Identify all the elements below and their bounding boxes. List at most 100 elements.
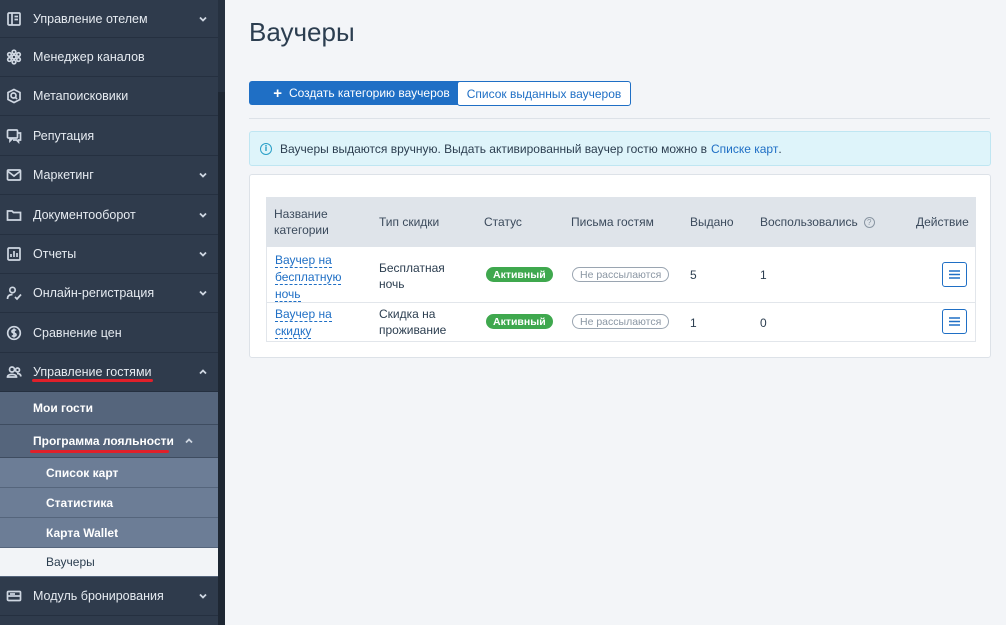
submenu-label: Список карт (46, 465, 119, 480)
header-used: Воспользовались? (760, 214, 875, 230)
menu-label: Документооборот (33, 208, 136, 222)
page-title: Ваучеры (249, 17, 355, 47)
issued-vouchers-list-button[interactable]: Список выданных ваучеров (457, 81, 631, 106)
menu-label: Маркетинг (33, 168, 94, 182)
submenu-label: Программа лояльности (33, 434, 174, 448)
sidebar: Управление отелем Менеджер каналов Метап… (0, 0, 220, 625)
menu-documents[interactable]: Документооборот (0, 196, 220, 235)
info-alert: i Ваучеры выдаются вручную. Выдать актив… (249, 131, 991, 166)
meta-search-icon (6, 88, 22, 104)
menu-label: Отчеты (33, 247, 77, 261)
header-name: Название категории (274, 206, 329, 238)
voucher-name-link[interactable]: Ваучер на скидку (275, 306, 332, 340)
highlight-underline (30, 450, 169, 453)
header-issued: Выдано (690, 215, 734, 229)
voucher-name-link[interactable]: Ваучер на бесплатную ночь (275, 252, 342, 303)
menu-channel-manager[interactable]: Менеджер каналов (0, 38, 220, 77)
chevron-down-icon (198, 170, 208, 180)
header-status: Статус (484, 215, 522, 229)
type-line: Бесплатная (379, 261, 445, 275)
menu-label: Управление отелем (33, 11, 148, 26)
name-line[interactable]: скидку (275, 324, 312, 339)
header-used-label: Воспользовались (760, 215, 858, 229)
submenu-label: Статистика (46, 495, 114, 510)
name-line[interactable]: ночь (275, 287, 301, 302)
name-line[interactable]: бесплатную (275, 270, 342, 285)
chevron-up-icon (198, 367, 208, 377)
table-row: Ваучер на бесплатную ночь Бесплатная ноч… (266, 247, 976, 303)
table-row: Ваучер на скидку Скидка на проживание Ак… (266, 303, 976, 342)
menu-online-registration[interactable]: Онлайн-регистрация (0, 274, 220, 313)
chevron-down-icon (198, 249, 208, 259)
header-action: Действие (916, 215, 969, 229)
menu-price-compare[interactable]: Сравнение цен (0, 314, 220, 353)
submenu-wallet-card[interactable]: Карта Wallet (0, 518, 218, 548)
issued-count: 5 (690, 268, 697, 282)
help-icon[interactable]: ? (863, 217, 875, 229)
submenu-card-list[interactable]: Список карт (0, 458, 218, 488)
guests-icon (6, 364, 22, 380)
letters-badge: Не рассылаются (572, 314, 670, 329)
menu-label: Сравнение цен (33, 326, 122, 340)
highlight-underline (32, 379, 153, 382)
chevron-down-icon (198, 14, 208, 24)
menu-booking-module[interactable]: Модуль бронирования (0, 577, 220, 616)
info-text: Ваучеры выдаются вручную. Выдать активир… (280, 141, 707, 156)
submenu-vouchers[interactable]: Ваучеры (0, 548, 218, 577)
name-line[interactable]: Ваучер на (275, 253, 332, 268)
status-badge: Активный (486, 314, 553, 329)
info-end: . (778, 141, 782, 156)
discount-type: Скидка на проживание (379, 306, 446, 338)
header-guest-letters: Письма гостям (571, 215, 654, 229)
chevron-down-icon (198, 591, 208, 601)
menu-label: Метапоисковики (33, 89, 129, 103)
vouchers-table-card: Название категории Тип скидки Статус Пис… (249, 174, 991, 358)
button-label: Создать категорию ваучеров (288, 86, 450, 100)
create-voucher-category-button[interactable]: + Создать категорию ваучеров (249, 81, 474, 105)
name-line[interactable]: Ваучер на (275, 307, 332, 322)
menu-reputation[interactable]: Репутация (0, 117, 220, 156)
header-name-line1: Название (274, 207, 328, 221)
submenu-label: Карта Wallet (46, 525, 119, 540)
menu-marketing[interactable]: Маркетинг (0, 156, 220, 195)
channels-icon (6, 49, 22, 65)
type-line: Скидка на (379, 307, 436, 321)
main-content: Ваучеры + Создать категорию ваучеров Спи… (225, 0, 1006, 625)
menu-label: Менеджер каналов (33, 50, 145, 64)
submenu-label: Ваучеры (46, 555, 95, 569)
chevron-down-icon (198, 288, 208, 298)
header-name-line2: категории (274, 223, 329, 237)
reputation-icon (6, 128, 22, 144)
used-count: 0 (760, 316, 767, 330)
menu-label: Онлайн-регистрация (33, 286, 155, 300)
issued-count: 1 (690, 316, 697, 330)
submenu-label: Мои гости (33, 401, 93, 415)
plus-icon: + (273, 84, 282, 102)
menu-icon (949, 317, 960, 326)
sidebar-scrollbar-thumb[interactable] (218, 92, 225, 625)
menu-reports[interactable]: Отчеты (0, 235, 220, 274)
submenu-my-guests[interactable]: Мои гости (0, 392, 218, 425)
chevron-down-icon (198, 210, 208, 220)
header-discount-type: Тип скидки (379, 215, 440, 229)
folder-icon (6, 207, 22, 223)
booking-icon (6, 588, 22, 604)
row-actions-button[interactable] (942, 309, 967, 334)
table-header: Название категории Тип скидки Статус Пис… (266, 197, 976, 247)
menu-guest-management[interactable]: Управление гостями (0, 353, 220, 392)
type-line: ночь (379, 277, 405, 291)
user-check-icon (6, 285, 22, 301)
menu-meta-search[interactable]: Метапоисковики (0, 77, 220, 116)
mail-icon (6, 167, 22, 183)
status-badge: Активный (486, 267, 553, 282)
button-label: Список выданных ваучеров (466, 86, 622, 101)
row-actions-button[interactable] (942, 262, 967, 287)
reports-icon (6, 246, 22, 262)
submenu-statistics[interactable]: Статистика (0, 488, 218, 518)
submenu-loyalty-program[interactable]: Программа лояльности (0, 425, 218, 458)
chevron-up-icon (184, 436, 194, 446)
card-list-link[interactable]: Списке карт (711, 142, 778, 156)
menu-label: Модуль бронирования (33, 589, 164, 603)
menu-hotel-management[interactable]: Управление отелем (0, 0, 220, 38)
type-line: проживание (379, 323, 447, 337)
